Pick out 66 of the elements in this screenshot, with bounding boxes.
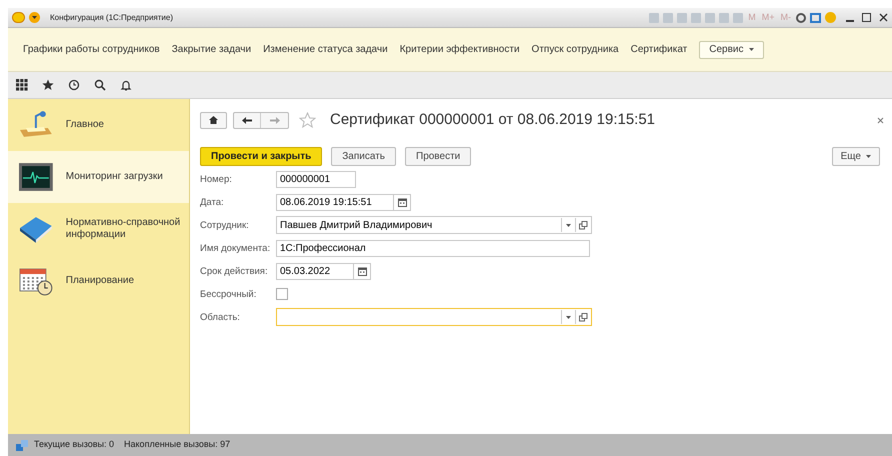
sidebar-label: Нормативно-справочной информации [66, 217, 182, 241]
accumulated-calls-text: Накопленные вызовы: 97 [124, 438, 230, 452]
right-arrow-icon [270, 116, 280, 124]
date-field[interactable]: 05.03.2022 [276, 262, 354, 280]
maximize-icon[interactable] [862, 13, 871, 22]
heartbeat-monitor-icon [18, 162, 54, 192]
home-button[interactable] [200, 112, 227, 129]
open-form-icon [579, 312, 588, 322]
app-logo-icon [12, 12, 25, 23]
left-arrow-icon [242, 116, 252, 124]
sidebar-label: Планирование [66, 275, 136, 287]
field-value: Павшев Дмитрий Владимирович [279, 218, 434, 232]
more-button[interactable]: Еще [832, 146, 880, 166]
book-icon [18, 214, 54, 244]
field-label: Область: [200, 310, 241, 324]
desk-lamp-icon [18, 110, 54, 140]
field-label: Дата: [200, 196, 225, 210]
sidebar-item[interactable]: Мониторинг загрузки [8, 151, 189, 203]
search-icon[interactable] [94, 79, 106, 91]
caret-icon [748, 48, 754, 51]
section-link[interactable]: Графики работы сотрудников [23, 42, 160, 57]
form-title: Сертификат 000000001 от 08.06.2019 19:15:51 [330, 110, 656, 130]
open-form-icon [579, 220, 588, 230]
server-calls-icon [16, 440, 28, 450]
select-field[interactable] [276, 308, 592, 326]
sidebar-label: Мониторинг загрузки [66, 171, 164, 183]
apps-grid-icon[interactable] [16, 79, 28, 91]
home-icon [209, 116, 218, 124]
form-button[interactable]: Записать [331, 146, 396, 166]
section-link[interactable]: Изменение статуса задачи [263, 42, 388, 57]
calendar-icon [358, 266, 366, 276]
star-icon[interactable] [42, 79, 54, 91]
select-field[interactable]: Павшев Дмитрий Владимирович [276, 216, 592, 234]
panel-icon[interactable] [810, 12, 821, 22]
field-label: Бессрочный: [200, 288, 258, 302]
section-link[interactable]: Отпуск сотрудника [532, 42, 619, 57]
window-title: Конфигурация (1С:Предприятие) [50, 12, 173, 24]
sidebar-label: Главное [66, 119, 105, 131]
favorite-star-icon[interactable] [299, 112, 316, 128]
calendar-button[interactable] [394, 194, 411, 210]
checkbox[interactable] [276, 288, 288, 300]
close-icon[interactable] [879, 13, 888, 22]
section-link[interactable]: Критерии эффективности [400, 42, 520, 57]
form-button[interactable]: Провести и закрыть [200, 146, 322, 166]
input-field[interactable]: 000000001 [276, 170, 356, 188]
sidebar-item[interactable]: Нормативно-справочной информации [8, 203, 189, 255]
caret-icon [866, 154, 871, 158]
service-menu-button[interactable]: Сервис [699, 40, 764, 58]
sidebar-item[interactable]: Главное [8, 99, 189, 151]
input-field[interactable]: 1С:Профессионал [276, 240, 590, 256]
calendar-button[interactable] [354, 262, 371, 280]
form-button[interactable]: Провести [405, 146, 472, 166]
bell-icon[interactable] [120, 79, 132, 91]
current-calls-text: Текущие вызовы: 0 [34, 438, 114, 452]
field-label: Срок действия: [200, 264, 269, 278]
calendar-clock-icon [18, 266, 54, 296]
field-label: Имя документа: [200, 242, 272, 256]
section-link[interactable]: Сертификат [630, 42, 688, 57]
history-icon[interactable] [68, 79, 80, 91]
section-link[interactable]: Закрытие задачи [172, 42, 252, 57]
minimize-icon[interactable] [846, 20, 854, 22]
date-field[interactable]: 08.06.2019 19:15:51 [276, 194, 394, 210]
field-label: Номер: [200, 172, 233, 186]
sidebar-item[interactable]: Планирование [8, 255, 189, 307]
calendar-icon [398, 198, 406, 206]
field-label: Сотрудник: [200, 218, 250, 232]
